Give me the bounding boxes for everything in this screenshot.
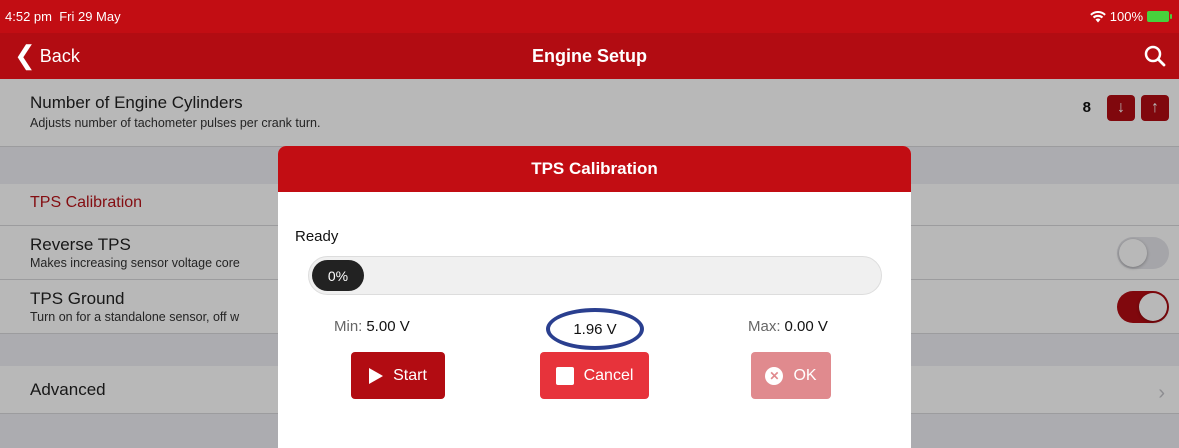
status-time: 4:52 pm [5,9,52,24]
close-circle-icon: ✕ [765,366,784,385]
play-icon [369,367,384,384]
ok-button[interactable]: ✕ OK [751,352,831,399]
status-bar: 4:52 pm Fri 29 May 100% [0,0,1179,33]
max-label: Max: [748,318,781,335]
battery-icon [1147,11,1172,22]
tps-calibration-dialog: TPS Calibration Ready 0% Min: 5.00 V 1.96… [278,146,911,448]
status-date: Fri 29 May [59,9,121,24]
search-icon[interactable] [1143,44,1167,68]
chevron-left-icon: ❮ [14,40,36,70]
progress-fill: 0% [312,260,364,291]
page-title: Engine Setup [531,45,647,66]
progress-bar: 0% [308,256,882,295]
battery-percent: 100% [1109,9,1143,24]
back-button[interactable]: ❮ Back [14,33,80,79]
start-label: Start [393,366,427,384]
cancel-button[interactable]: Cancel [540,352,649,399]
current-voltage: 1.96 V [546,308,644,350]
min-value: 5.00 V [366,318,410,335]
min-reading: Min: 5.00 V [334,318,410,335]
wifi-icon [1089,10,1106,22]
dialog-title: TPS Calibration [531,159,658,178]
back-label: Back [39,45,80,66]
progress-label: 0% [327,267,349,284]
current-value: 1.96 V [573,320,617,338]
max-reading: Max: 0.00 V [748,318,828,335]
start-button[interactable]: Start [351,352,445,399]
min-label: Min: [334,318,363,335]
calibration-status: Ready [295,228,339,245]
max-value: 0.00 V [784,318,828,335]
cancel-label: Cancel [583,366,634,384]
dialog-header: TPS Calibration [278,146,911,192]
status-indicators: 100% [1089,9,1172,24]
status-datetime: 4:52 pm Fri 29 May [5,9,121,24]
nav-bar: ❮ Back Engine Setup [0,33,1179,79]
stop-icon [555,366,574,385]
ok-label: OK [793,366,817,384]
